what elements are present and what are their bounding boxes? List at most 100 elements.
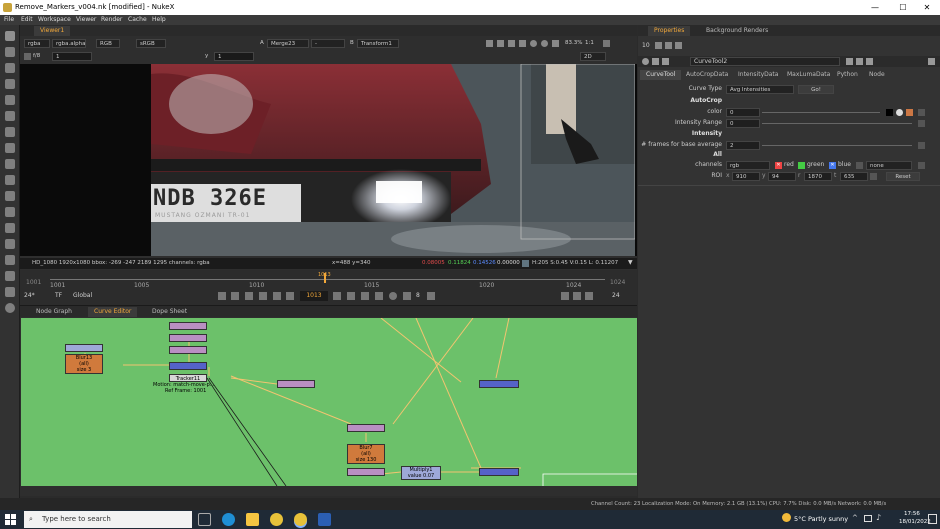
- node-transform[interactable]: [347, 468, 385, 476]
- keyer-tool-icon[interactable]: [5, 127, 15, 137]
- 3d-tool-icon[interactable]: [5, 175, 15, 185]
- prev-keyframe-icon[interactable]: [231, 292, 239, 300]
- intensity-range-slider[interactable]: [762, 123, 912, 124]
- lock-icon[interactable]: [655, 42, 662, 49]
- menu-viewer[interactable]: Viewer: [76, 16, 96, 23]
- node-name-field[interactable]: CurveTool2: [690, 57, 840, 66]
- float-panel-icon[interactable]: [846, 58, 853, 65]
- node-transform[interactable]: [169, 346, 207, 354]
- goto-end-icon[interactable]: [375, 292, 383, 300]
- node-transform[interactable]: [347, 424, 385, 432]
- tab-python[interactable]: Python: [831, 70, 864, 80]
- node-merge[interactable]: [479, 380, 519, 388]
- tab-node-graph[interactable]: Node Graph: [30, 307, 78, 317]
- node-undo-icon[interactable]: [662, 58, 669, 65]
- refresh-icon[interactable]: [530, 40, 537, 47]
- info-toggle-icon[interactable]: ▼: [628, 259, 633, 266]
- increment-field[interactable]: 8: [416, 292, 420, 299]
- channels-anim-icon[interactable]: [918, 162, 925, 169]
- time-tool-icon[interactable]: [5, 63, 15, 73]
- b-input-dropdown[interactable]: Transform1: [357, 39, 399, 48]
- notifications-icon[interactable]: [928, 514, 937, 524]
- pause-update-icon[interactable]: [541, 40, 548, 47]
- menu-edit[interactable]: Edit: [21, 16, 33, 23]
- menu-file[interactable]: File: [4, 16, 14, 23]
- viewer-settings-icon[interactable]: [603, 40, 610, 47]
- colorspace-dropdown[interactable]: RGB: [96, 39, 120, 48]
- menu-cache[interactable]: Cache: [128, 16, 147, 23]
- clock-date[interactable]: 18/01/2022: [899, 519, 931, 525]
- view-mode-dropdown[interactable]: 2D: [580, 52, 606, 61]
- color-picker-icon[interactable]: [896, 109, 903, 116]
- tab-intensitydata[interactable]: IntensityData: [732, 70, 784, 80]
- pencil-icon[interactable]: [675, 42, 682, 49]
- roi-y-field[interactable]: 94: [768, 172, 796, 181]
- metadata-tool-icon[interactable]: [5, 239, 15, 249]
- tab-maxlumadata[interactable]: MaxLumaData: [781, 70, 836, 80]
- color-wheel-icon[interactable]: [906, 109, 913, 116]
- node-transform[interactable]: [277, 380, 315, 388]
- blue-checkbox[interactable]: ✕: [829, 162, 836, 169]
- task-view-icon[interactable]: [198, 513, 211, 526]
- fstop-icon[interactable]: [24, 53, 31, 60]
- node-tracker11[interactable]: Tracker11: [169, 374, 207, 382]
- zebra-icon[interactable]: [508, 40, 515, 47]
- taskbar-search-box[interactable]: ⌕ Type here to search: [24, 511, 192, 528]
- tab-node[interactable]: Node: [863, 70, 891, 80]
- file-explorer-icon[interactable]: [246, 513, 259, 526]
- node-merge[interactable]: [169, 362, 207, 370]
- tab-autocropdata[interactable]: AutoCropData: [680, 70, 734, 80]
- roi-t-field[interactable]: 635: [840, 172, 868, 181]
- timeline-track[interactable]: [50, 279, 605, 280]
- image-tool-icon[interactable]: [5, 31, 15, 41]
- alpha-channel-dropdown[interactable]: none: [866, 161, 912, 170]
- max-panels-field[interactable]: 10: [642, 42, 650, 49]
- go-button[interactable]: Go!: [798, 85, 834, 94]
- transform-tool-icon[interactable]: [5, 159, 15, 169]
- roi-r-field[interactable]: 1870: [804, 172, 832, 181]
- node-color-icon[interactable]: [652, 58, 659, 65]
- particles-tool-icon[interactable]: [5, 191, 15, 201]
- tab-background-renders[interactable]: Background Renders: [700, 26, 774, 36]
- intensity-range-field[interactable]: 0: [726, 119, 760, 128]
- alpha-dropdown[interactable]: rgba.alpha: [52, 39, 86, 48]
- channel-tool-icon[interactable]: [5, 79, 15, 89]
- weather-text[interactable]: 5°C Partly sunny: [794, 515, 848, 523]
- views-tool-icon[interactable]: [5, 223, 15, 233]
- next-keyframe-icon[interactable]: [427, 292, 435, 300]
- play-backward-icon[interactable]: [259, 292, 267, 300]
- other-tool-icon[interactable]: [5, 271, 15, 281]
- toolsets-tool-icon[interactable]: [5, 255, 15, 265]
- menu-render[interactable]: Render: [101, 16, 122, 23]
- maximize-panel-icon[interactable]: [856, 58, 863, 65]
- node-help-icon[interactable]: [866, 58, 873, 65]
- network-icon[interactable]: [864, 515, 872, 522]
- roi-icon[interactable]: [486, 40, 493, 47]
- color-anim-icon[interactable]: [918, 109, 925, 116]
- lut-dropdown[interactable]: sRGB: [136, 39, 166, 48]
- close-button[interactable]: ✕: [914, 1, 940, 14]
- edge-browser-icon[interactable]: [222, 513, 235, 526]
- node-blur7[interactable]: Blur7 (all) size 130: [347, 444, 385, 464]
- deep-tool-icon[interactable]: [5, 207, 15, 217]
- curve-type-dropdown[interactable]: Avg Intensities: [726, 85, 794, 94]
- zoom-level[interactable]: 83.3%: [565, 39, 582, 48]
- play-forward-icon[interactable]: [333, 292, 341, 300]
- color-slider[interactable]: [762, 112, 880, 113]
- system-tray-chevron-icon[interactable]: ^: [852, 514, 858, 522]
- frames-anim-icon[interactable]: [918, 142, 925, 149]
- tab-dope-sheet[interactable]: Dope Sheet: [146, 307, 193, 317]
- weather-icon[interactable]: [782, 513, 791, 522]
- windows-start-icon[interactable]: [5, 514, 16, 525]
- clip-warning-icon[interactable]: [497, 40, 504, 47]
- maximize-button[interactable]: ☐: [890, 1, 916, 14]
- gpu-icon[interactable]: [519, 40, 526, 47]
- volume-icon[interactable]: ♪: [876, 513, 881, 522]
- green-checkbox[interactable]: [798, 162, 805, 169]
- channels-dropdown[interactable]: rgba: [24, 39, 50, 48]
- composite-op-dropdown[interactable]: -: [311, 39, 345, 48]
- cache-icon[interactable]: [573, 292, 581, 300]
- tab-properties[interactable]: Properties: [648, 26, 691, 36]
- loop-icon[interactable]: [389, 292, 397, 300]
- proxy-ratio[interactable]: 1:1: [585, 39, 594, 48]
